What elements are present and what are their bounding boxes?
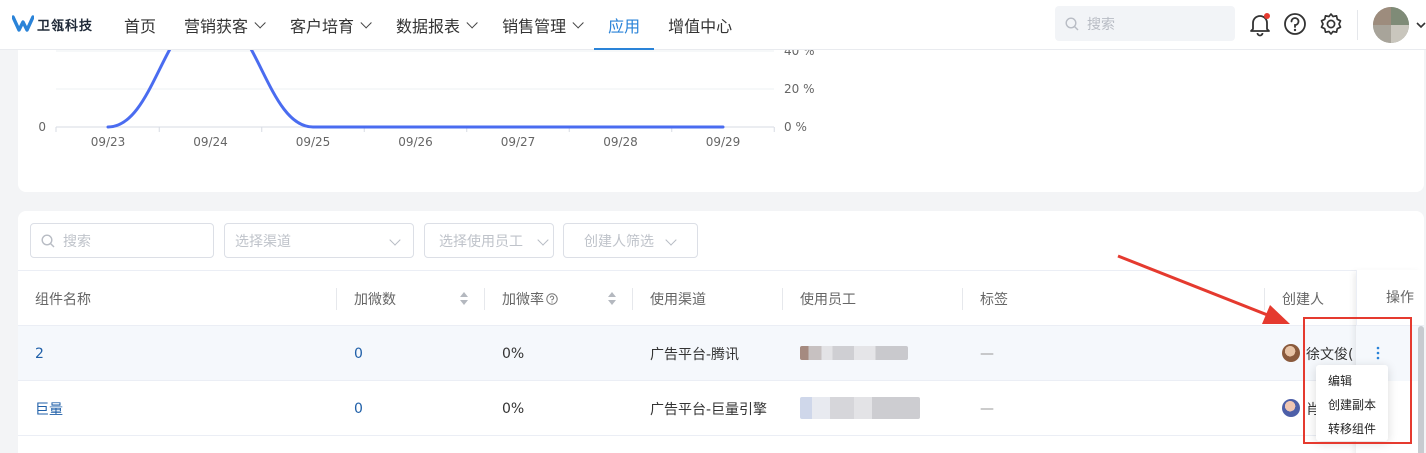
table-card: 搜索 选择渠道 选择使用员工 创建人筛选 组件名称 加微数 加微率 使用渠道 使… bbox=[18, 211, 1424, 453]
x-tick-label: 09/28 bbox=[603, 135, 638, 149]
column-header-channel: 使用渠道 bbox=[650, 292, 706, 308]
table-row[interactable]: 2 0 0% 广告平台-腾讯 — 徐文俊( bbox=[18, 326, 1424, 381]
nav-label: 客户培育 bbox=[290, 17, 355, 36]
chevron-down-icon bbox=[665, 234, 677, 246]
search-input[interactable]: 搜索 bbox=[30, 223, 214, 258]
annotation-highlight-box bbox=[1303, 317, 1412, 444]
column-separator bbox=[782, 288, 783, 310]
column-header-tags: 标签 bbox=[980, 292, 1008, 308]
nav-label: 增值中心 bbox=[668, 17, 733, 36]
nav-item-nurture[interactable]: 客户培育 bbox=[276, 0, 382, 50]
nav-item-reports[interactable]: 数据报表 bbox=[382, 0, 488, 50]
y-tick-left: 0 bbox=[38, 120, 46, 134]
component-name-link[interactable]: 2 bbox=[35, 326, 44, 381]
help-icon[interactable] bbox=[546, 293, 558, 305]
search-icon bbox=[1065, 16, 1079, 30]
search-placeholder: 搜索 bbox=[63, 233, 91, 250]
adds-count[interactable]: 0 bbox=[354, 381, 363, 436]
y-tick-right: 40 % bbox=[784, 50, 815, 58]
y-tick-right: 20 % bbox=[784, 82, 815, 96]
gear-icon[interactable] bbox=[1318, 11, 1344, 37]
component-name-link[interactable]: 巨量 bbox=[35, 381, 63, 436]
search-icon bbox=[41, 233, 55, 247]
x-tick-label: 09/26 bbox=[398, 135, 433, 149]
adds-rate: 0% bbox=[502, 345, 525, 362]
tags-cell: — bbox=[980, 400, 994, 417]
sort-icon[interactable] bbox=[460, 292, 468, 306]
nav-item-home[interactable]: 首页 bbox=[110, 0, 170, 50]
column-separator bbox=[962, 288, 963, 310]
user-avatar[interactable] bbox=[1373, 7, 1409, 43]
chevron-down-icon bbox=[537, 234, 549, 246]
adds-rate: 0% bbox=[502, 400, 525, 417]
employee-avatars-blurred bbox=[800, 346, 908, 360]
chevron-down-icon bbox=[572, 17, 584, 29]
chevron-down-icon bbox=[360, 17, 372, 29]
sort-icon[interactable] bbox=[608, 292, 616, 306]
channel-select[interactable]: 选择渠道 bbox=[224, 223, 414, 258]
table-header: 组件名称 加微数 加微率 使用渠道 使用员工 标签 创建人 bbox=[18, 270, 1424, 326]
employee-select[interactable]: 选择使用员工 bbox=[424, 223, 554, 258]
adds-count[interactable]: 0 bbox=[354, 326, 363, 381]
nav-label: 数据报表 bbox=[396, 17, 461, 36]
help-icon[interactable] bbox=[1282, 11, 1308, 37]
column-header-rate[interactable]: 加微率 bbox=[502, 271, 558, 327]
nav-label: 首页 bbox=[124, 17, 157, 36]
nav-label: 营销获客 bbox=[184, 17, 249, 36]
global-search-input[interactable]: 搜索 bbox=[1055, 6, 1235, 41]
brand-logo[interactable]: 卫瓴科技 bbox=[12, 14, 93, 34]
x-tick-label: 09/29 bbox=[706, 135, 741, 149]
nav-item-marketing[interactable]: 营销获客 bbox=[170, 0, 276, 50]
nav-label: 应用 bbox=[608, 17, 641, 36]
nav-item-value-added[interactable]: 增值中心 bbox=[654, 0, 746, 50]
column-header-employee: 使用员工 bbox=[800, 292, 856, 308]
brand-name: 卫瓴科技 bbox=[37, 18, 94, 34]
avatar bbox=[1282, 399, 1300, 417]
x-tick-label: 09/23 bbox=[91, 135, 126, 149]
channel-cell: 广告平台-腾讯 bbox=[650, 346, 740, 363]
y-tick-right: 0 % bbox=[784, 120, 807, 134]
creator-placeholder: 创建人筛选 bbox=[584, 233, 654, 250]
chevron-down-icon bbox=[254, 17, 266, 29]
divider bbox=[1357, 10, 1358, 40]
column-separator bbox=[632, 288, 633, 310]
column-header-rate-label: 加微率 bbox=[502, 292, 544, 308]
nav-item-sales[interactable]: 销售管理 bbox=[488, 0, 594, 50]
bell-icon[interactable] bbox=[1247, 11, 1273, 37]
logo-icon bbox=[12, 15, 34, 32]
nav-label: 销售管理 bbox=[502, 17, 567, 36]
column-separator bbox=[336, 288, 337, 310]
x-tick-label: 09/27 bbox=[501, 135, 536, 149]
column-separator bbox=[484, 288, 485, 310]
employee-placeholder: 选择使用员工 bbox=[439, 233, 523, 250]
channel-cell: 广告平台-巨量引擎 bbox=[650, 401, 768, 418]
column-header-name: 组件名称 bbox=[35, 292, 91, 308]
avatar bbox=[1282, 344, 1300, 362]
tags-cell: — bbox=[980, 345, 994, 362]
search-placeholder: 搜索 bbox=[1087, 16, 1115, 33]
creator-filter-select[interactable]: 创建人筛选 bbox=[563, 223, 698, 258]
column-separator bbox=[1264, 288, 1265, 310]
chart-card: 0 40 % 20 % 0 % 09/23 09/24 09/25 09/26 09/27 09/… bbox=[18, 50, 1424, 192]
chevron-down-icon bbox=[466, 17, 478, 29]
chevron-down-icon bbox=[389, 234, 401, 246]
line-chart: 0 40 % 20 % 0 % 09/23 09/24 09/25 09/26 09/27 09/… bbox=[38, 50, 815, 149]
x-tick-label: 09/24 bbox=[193, 135, 228, 149]
column-header-operation: 操作 bbox=[1386, 290, 1414, 306]
table-row[interactable]: 巨量 0 0% 广告平台-巨量引擎 — 肖 bbox=[18, 381, 1424, 436]
chevron-down-icon[interactable] bbox=[1416, 20, 1426, 30]
x-tick-label: 09/25 bbox=[296, 135, 331, 149]
column-header-adds[interactable]: 加微数 bbox=[354, 271, 396, 327]
nav-item-apps[interactable]: 应用 bbox=[594, 0, 655, 50]
scrollbar[interactable] bbox=[1418, 326, 1424, 453]
main-nav: 首页 营销获客 客户培育 数据报表 销售管理 应用 增值中心 bbox=[110, 0, 746, 50]
top-navbar: 卫瓴科技 首页 营销获客 客户培育 数据报表 销售管理 应用 增值中心 搜索 bbox=[0, 0, 1426, 50]
employee-avatars-blurred bbox=[800, 397, 920, 419]
channel-placeholder: 选择渠道 bbox=[235, 233, 291, 250]
